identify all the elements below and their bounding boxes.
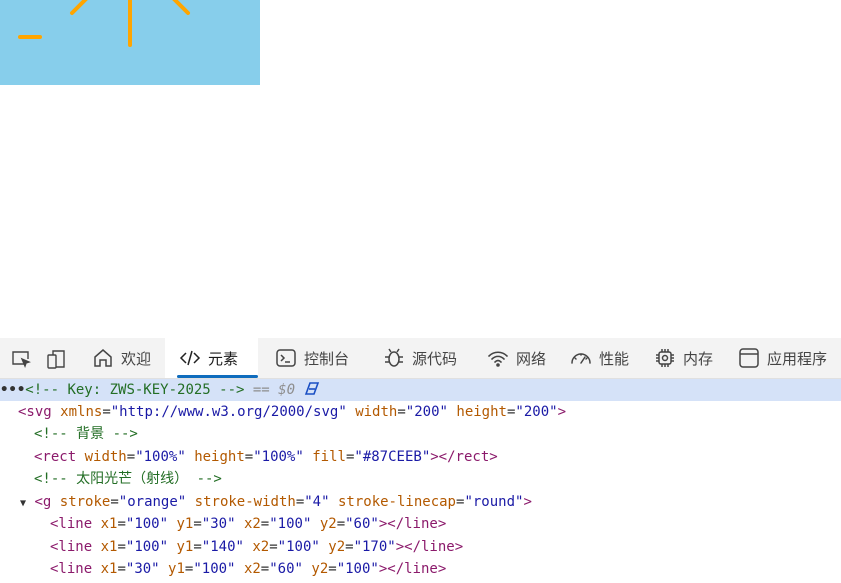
dom-node-line[interactable]: <line x1="30" y1="100" x2="60" y2="100">… (50, 558, 841, 580)
dom-node-svg[interactable]: <svg xmlns="http://www.w3.org/2000/svg" … (18, 401, 841, 423)
inspect-element-icon[interactable] (10, 348, 32, 370)
tab-application[interactable]: 应用程序 (738, 338, 827, 378)
tab-network-label: 网络 (516, 349, 547, 368)
tab-network[interactable]: 网络 (487, 338, 546, 378)
dom-node-g[interactable]: ▼ <g stroke="orange" stroke-width="4" st… (20, 491, 841, 513)
console-icon (276, 349, 296, 367)
node-ellipsis[interactable]: ••• (0, 382, 25, 398)
code-brackets-icon (179, 350, 201, 366)
tab-sources-label: 源代码 (412, 349, 458, 368)
home-icon (94, 349, 112, 367)
tab-sources[interactable]: 源代码 (383, 338, 457, 378)
collapse-triangle-icon[interactable]: ▼ (20, 498, 26, 509)
copilot-icon[interactable] (303, 381, 321, 397)
elements-dom-tree: •••<!-- Key: ZWS-KEY-2025 --> == $0 <svg… (0, 379, 841, 583)
svg-preview (0, 0, 260, 85)
dom-node-comment-rays[interactable]: <!-- 太阳光芒（射线） --> (34, 468, 841, 490)
tab-welcome[interactable]: 欢迎 (92, 338, 151, 378)
tab-memory[interactable]: 内存 (654, 338, 713, 378)
dom-node-line[interactable]: <line x1="100" y1="30" x2="100" y2="60">… (50, 513, 841, 535)
tab-elements[interactable]: 元素 (165, 338, 258, 378)
tab-performance[interactable]: 性能 (570, 338, 629, 378)
wifi-icon (488, 351, 508, 367)
tab-welcome-label: 欢迎 (121, 349, 152, 368)
device-toolbar-icon[interactable] (45, 348, 67, 370)
dom-node-comment-key[interactable]: •••<!-- Key: ZWS-KEY-2025 --> == $0 (0, 379, 841, 401)
tab-console[interactable]: 控制台 (275, 338, 349, 378)
dom-node-rect[interactable]: <rect width="100%" height="100%" fill="#… (34, 446, 841, 468)
tab-elements-label: 元素 (208, 349, 239, 368)
chip-icon (656, 349, 674, 367)
dom-node-line[interactable]: <line x1="100" y1="140" x2="100" y2="170… (50, 536, 841, 558)
devtools-panel: 欢迎 元素 控制台 源代码 网络 性能 内存 应用程序 •••<!-- Key:… (0, 338, 841, 583)
bug-icon (385, 348, 403, 367)
tab-application-label: 应用程序 (767, 349, 828, 368)
tab-console-label: 控制台 (304, 349, 350, 368)
comment-text: <!-- Key: ZWS-KEY-2025 --> (25, 382, 245, 398)
app-window-icon (739, 348, 759, 368)
tab-memory-label: 内存 (683, 349, 714, 368)
page-viewport (0, 0, 841, 338)
tab-performance-label: 性能 (599, 349, 630, 368)
selected-node-marker: == $0 (244, 382, 296, 398)
dom-node-comment-background[interactable]: <!-- 背景 --> (34, 423, 841, 445)
devtools-tabbar: 欢迎 元素 控制台 源代码 网络 性能 内存 应用程序 (0, 338, 841, 379)
gauge-icon (571, 353, 591, 364)
